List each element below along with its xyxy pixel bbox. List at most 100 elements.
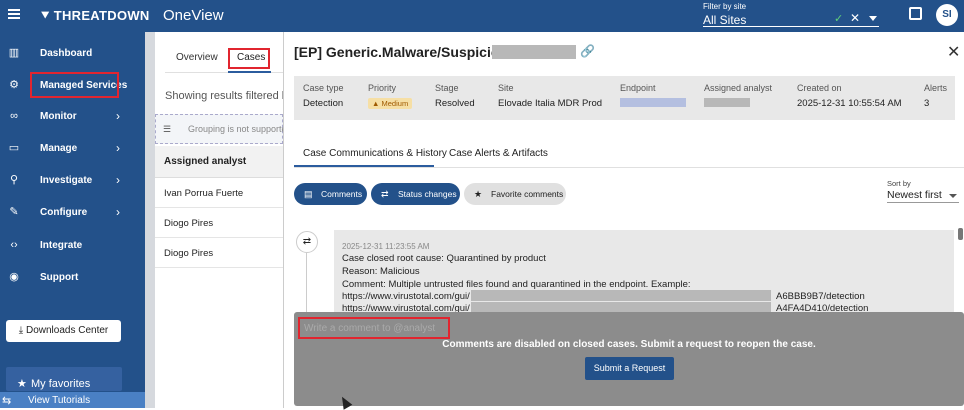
case-meta-bar: Case type Detection Priority ▲ Medium Stag…: [294, 76, 955, 120]
star-icon: ★: [17, 378, 27, 390]
chevron-right-icon: ›: [116, 205, 120, 219]
tab-case-communications[interactable]: Case Communications & History: [303, 148, 447, 159]
menu-icon[interactable]: [8, 9, 20, 19]
tab-case-alerts[interactable]: Case Alerts & Artifacts: [449, 148, 548, 159]
meta-key: Endpoint: [620, 83, 656, 93]
meta-value: 2025-12-31 10:55:54 AM: [797, 98, 902, 109]
grouping-icon: ☰: [163, 124, 172, 134]
sidebar-item-label: Dashboard: [40, 48, 93, 59]
check-icon[interactable]: ✓: [834, 12, 843, 25]
submit-request-button[interactable]: Submit a Request: [585, 357, 674, 380]
sidebar-item-monitor[interactable]: ∞ Monitor ›: [0, 101, 145, 131]
filter-status-changes-button[interactable]: ⇄ Status changes: [371, 183, 460, 205]
managed-services-icon: ⚙: [9, 79, 19, 91]
table-cell: Diogo Pires: [164, 248, 214, 259]
site-filter[interactable]: Filter by site All Sites ✓ ✕: [703, 2, 879, 27]
timeline-line: [306, 253, 307, 313]
top-bar: ⯆ THREATDOWN OneView Filter by site All S…: [0, 0, 964, 32]
sidebar-item-label: Configure: [40, 207, 88, 218]
view-tutorials[interactable]: ⇆ View Tutorials: [0, 392, 145, 408]
meta-key: Case type: [303, 83, 344, 93]
windows-icon[interactable]: [909, 7, 922, 20]
site-filter-value[interactable]: All Sites: [703, 13, 746, 27]
sidebar-item-investigate[interactable]: ⚲ Investigate ›: [0, 165, 145, 195]
warning-icon: ▲: [372, 99, 382, 108]
entry-text: Reason: Malicious: [342, 266, 420, 277]
entry-timestamp: 2025-12-31 11:23:55 AM: [342, 242, 430, 251]
close-icon[interactable]: ✕: [947, 42, 960, 62]
download-icon: ⤓: [18, 325, 26, 336]
tab-overview[interactable]: Overview: [176, 52, 218, 63]
meta-created-on: Created on 2025-12-31 10:55:54 AM: [797, 83, 902, 109]
scrollbar[interactable]: [958, 228, 963, 240]
meta-key: Created on: [797, 83, 842, 93]
app-name: OneView: [163, 7, 224, 24]
filter-label: Favorite comments: [491, 189, 564, 199]
meta-value: Elovade Italia MDR Prod: [498, 98, 603, 109]
meta-endpoint: Endpoint: [620, 83, 686, 107]
meta-key: Assigned analyst: [704, 83, 773, 93]
case-title: [EP] Generic.Malware/Suspicious :: [294, 44, 525, 60]
results-text: Showing results filtered by: [165, 90, 294, 102]
sidebar-item-manage[interactable]: ▭ Manage ›: [0, 133, 145, 163]
favorites-label: My favorites: [31, 378, 91, 390]
filter-favorite-comments-button[interactable]: ★ Favorite comments: [464, 183, 566, 205]
tutorials-icon: ⇆: [2, 395, 12, 407]
priority-badge: ▲ Medium: [368, 98, 413, 109]
sidebar-item-integrate[interactable]: ‹› Integrate: [0, 230, 145, 260]
column-header[interactable]: Assigned analyst: [155, 146, 283, 178]
my-favorites[interactable]: ★ My favorites: [6, 367, 122, 391]
virustotal-link-suffix[interactable]: A6BBB9B7/detection: [776, 291, 865, 302]
swap-icon: ⇄: [381, 189, 389, 199]
sidebar-item-support[interactable]: ◉ Support: [0, 262, 145, 292]
sort-select[interactable]: Newest first: [887, 189, 959, 203]
meta-case-type: Case type Detection: [303, 83, 344, 109]
tab-indicator: [228, 71, 271, 73]
binoculars-icon: ∞: [10, 110, 18, 122]
redacted-block: [492, 45, 576, 59]
table-row[interactable]: Ivan Porrua Fuerte: [155, 178, 283, 208]
meta-assigned-analyst: Assigned analyst: [704, 83, 772, 107]
highlight-box: [228, 48, 270, 69]
sidebar-item-label: Investigate: [40, 175, 93, 186]
status-change-icon: ⇄: [296, 231, 318, 253]
chevron-down-icon[interactable]: [869, 16, 877, 21]
column-header-label: Assigned analyst: [164, 156, 247, 167]
meta-alerts: Alerts 3: [924, 83, 947, 109]
clear-icon[interactable]: ✕: [850, 11, 860, 25]
sort-value: Newest first: [887, 189, 942, 201]
grouping-dropzone[interactable]: ☰ Grouping is not supported: [155, 114, 292, 144]
link-icon[interactable]: 🔗: [580, 44, 595, 58]
filter-label: Status changes: [398, 189, 457, 199]
sidebar-item-label: Monitor: [40, 111, 77, 122]
virustotal-link[interactable]: https://www.virustotal.com/gui/: [342, 291, 470, 302]
grouping-text: Grouping is not supported: [188, 124, 292, 134]
sidebar-item-label: Support: [40, 272, 79, 283]
entry-text: Case closed root cause: Quarantined by p…: [342, 253, 546, 264]
chevron-down-icon: [949, 194, 957, 198]
sidebar-item-configure[interactable]: ✎ Configure ›: [0, 197, 145, 227]
downloads-center-button[interactable]: ⤓ Downloads Center: [6, 320, 121, 342]
comment-disabled-overlay: Write a comment to @analyst Comments are…: [294, 312, 964, 406]
table-row[interactable]: Diogo Pires: [155, 208, 283, 238]
wrench-icon: ✎: [9, 206, 19, 218]
comment-input[interactable]: Write a comment to @analyst: [298, 317, 450, 339]
code-icon: ‹›: [10, 239, 18, 251]
sidebar-item-label: Manage: [40, 143, 78, 154]
filter-comments-button[interactable]: ▤ Comments: [294, 183, 367, 205]
meta-site: Site Elovade Italia MDR Prod: [498, 83, 602, 109]
meta-value: Detection: [303, 98, 344, 109]
sidebar-divider: [145, 32, 155, 408]
avatar[interactable]: SI: [936, 4, 958, 26]
sidebar-item-label: Integrate: [40, 240, 83, 251]
sidebar-item-dashboard[interactable]: ▥ Dashboard: [0, 38, 145, 68]
disabled-notice: Comments are disabled on closed cases. S…: [442, 339, 816, 350]
highlight-box: [30, 72, 119, 98]
redacted-block: [471, 290, 771, 301]
meta-key: Site: [498, 83, 514, 93]
meta-key: Stage: [435, 83, 459, 93]
table-cell: Diogo Pires: [164, 218, 214, 229]
meta-value: Resolved: [435, 98, 475, 109]
sort-label: Sort by: [887, 179, 911, 188]
table-row[interactable]: Diogo Pires: [155, 238, 283, 268]
